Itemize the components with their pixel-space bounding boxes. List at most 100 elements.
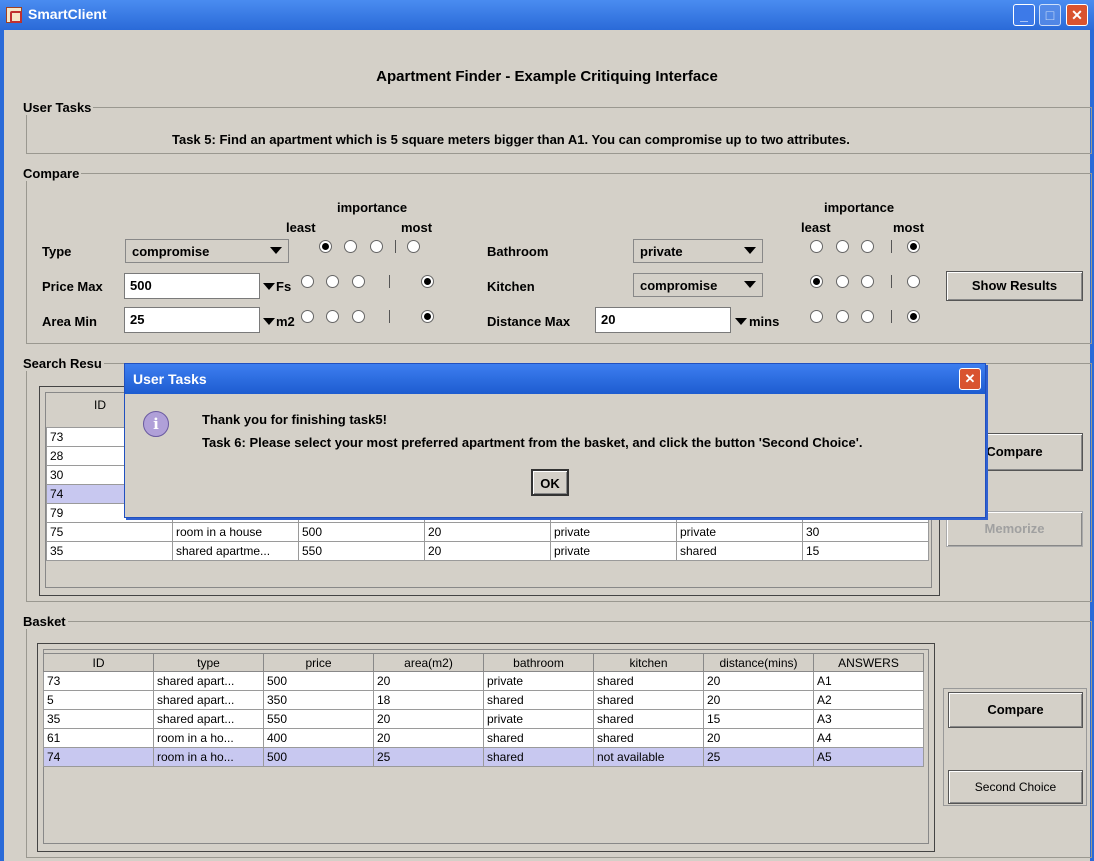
table-cell: 20 [703,728,814,748]
kitchen-label: Kitchen [487,279,535,294]
table-cell: A2 [813,690,924,710]
distance-importance-radio[interactable] [861,310,874,323]
table-cell: 61 [43,728,154,748]
table-row[interactable]: 35 shared apart... 550 20 private shared 15 A3 [43,709,924,729]
table-cell: A5 [813,747,924,767]
column-header[interactable]: bathroom [483,653,594,672]
price-importance-radio[interactable] [326,275,339,288]
table-cell: 25 [373,747,484,767]
chevron-down-icon [744,281,756,288]
second-choice-button[interactable]: Second Choice [948,770,1083,804]
type-importance-radio[interactable] [319,240,332,253]
kitchen-importance-radio[interactable] [836,275,849,288]
table-cell: shared [593,690,704,710]
table-cell: 30 [802,522,929,542]
table-cell: 550 [263,709,374,729]
area-importance-radio[interactable] [326,310,339,323]
area-min-value: 25 [130,312,145,327]
area-min-field[interactable]: 25 [124,307,260,333]
basket-table[interactable]: ID type price area(m2) bathroom kitchen distan… [43,653,924,767]
distance-importance-radio[interactable] [907,310,920,323]
type-importance-radio[interactable] [370,240,383,253]
price-max-value: 500 [130,278,152,293]
minimize-button[interactable]: _ [1013,4,1035,26]
bathroom-importance-radio[interactable] [861,240,874,253]
window-border-left [0,30,4,861]
type-importance-radio[interactable] [344,240,357,253]
chevron-down-icon[interactable] [263,283,275,290]
table-row[interactable]: 73 shared apart... 500 20 private shared 20 A1 [43,671,924,691]
kitchen-importance-radio[interactable] [810,275,823,288]
table-cell: room in a house [172,522,299,542]
distance-unit: mins [749,314,780,329]
price-importance-radio[interactable] [352,275,365,288]
table-row[interactable]: 5 shared apart... 350 18 shared shared 20 A2 [43,690,924,710]
radio-separator [389,275,390,288]
table-cell: shared apart... [153,690,264,710]
bathroom-importance-radio[interactable] [810,240,823,253]
chevron-down-icon[interactable] [735,318,747,325]
area-importance-radio[interactable] [352,310,365,323]
chevron-down-icon [744,247,756,254]
table-row[interactable]: 74 room in a ho... 500 25 shared not availabl… [43,747,924,767]
ok-button[interactable]: OK [531,469,569,496]
distance-importance-radio[interactable] [836,310,849,323]
table-cell: 73 [43,671,154,691]
search-results-id-header[interactable]: ID [94,398,106,412]
bathroom-importance-radio[interactable] [907,240,920,253]
table-cell: 18 [373,690,484,710]
column-header[interactable]: ID [43,653,154,672]
type-importance-radio[interactable] [407,240,420,253]
table-cell: private [676,522,803,542]
bathroom-importance-radio[interactable] [836,240,849,253]
column-header[interactable]: type [153,653,264,672]
column-header[interactable]: ANSWERS [813,653,924,672]
importance-header-right: importance [824,200,895,215]
current-task-text: Task 5: Find an apartment which is 5 squ… [172,132,850,147]
price-max-label: Price Max [42,279,103,294]
bathroom-select[interactable]: private [633,239,763,263]
least-label-right: least [801,220,831,235]
kitchen-select[interactable]: compromise [633,273,763,297]
table-row[interactable]: 35 shared apartme... 550 20 private shared 15 [46,541,929,561]
window-close-button[interactable]: ✕ [1066,4,1088,26]
price-importance-radio[interactable] [301,275,314,288]
column-header[interactable]: kitchen [593,653,704,672]
radio-separator [389,310,390,323]
type-label: Type [42,244,72,259]
table-cell: shared [483,747,594,767]
table-row[interactable]: 61 room in a ho... 400 20 shared shared 20 A4 [43,728,924,748]
chevron-down-icon[interactable] [263,318,275,325]
table-cell: room in a ho... [153,747,264,767]
kitchen-importance-radio[interactable] [861,275,874,288]
basket-compare-button[interactable]: Compare [948,692,1083,728]
price-max-field[interactable]: 500 [124,273,260,299]
search-results-legend: Search Resu [23,356,102,371]
column-header[interactable]: area(m2) [373,653,484,672]
area-importance-radio[interactable] [421,310,434,323]
table-row[interactable]: 75 room in a house 500 20 private private 30 [46,522,929,542]
radio-separator [891,240,892,253]
radio-separator [891,310,892,323]
distance-max-field[interactable]: 20 [595,307,731,333]
distance-importance-radio[interactable] [810,310,823,323]
area-unit: m2 [276,314,295,329]
show-results-button[interactable]: Show Results [946,271,1083,301]
column-header[interactable]: distance(mins) [703,653,814,672]
area-importance-radio[interactable] [301,310,314,323]
table-cell: shared apartme... [172,541,299,561]
dialog-close-button[interactable]: ✕ [959,368,981,390]
importance-header-left: importance [337,200,408,215]
type-select[interactable]: compromise [125,239,289,263]
table-cell: shared apart... [153,709,264,729]
user-tasks-legend: User Tasks [23,100,92,115]
dialog-message-line1: Thank you for finishing task5! [202,412,387,427]
table-cell: 20 [373,709,484,729]
maximize-button[interactable]: □ [1039,4,1061,26]
table-cell: A4 [813,728,924,748]
table-cell: not available [593,747,704,767]
price-importance-radio[interactable] [421,275,434,288]
kitchen-importance-radio[interactable] [907,275,920,288]
bathroom-select-value: private [640,244,683,259]
column-header[interactable]: price [263,653,374,672]
